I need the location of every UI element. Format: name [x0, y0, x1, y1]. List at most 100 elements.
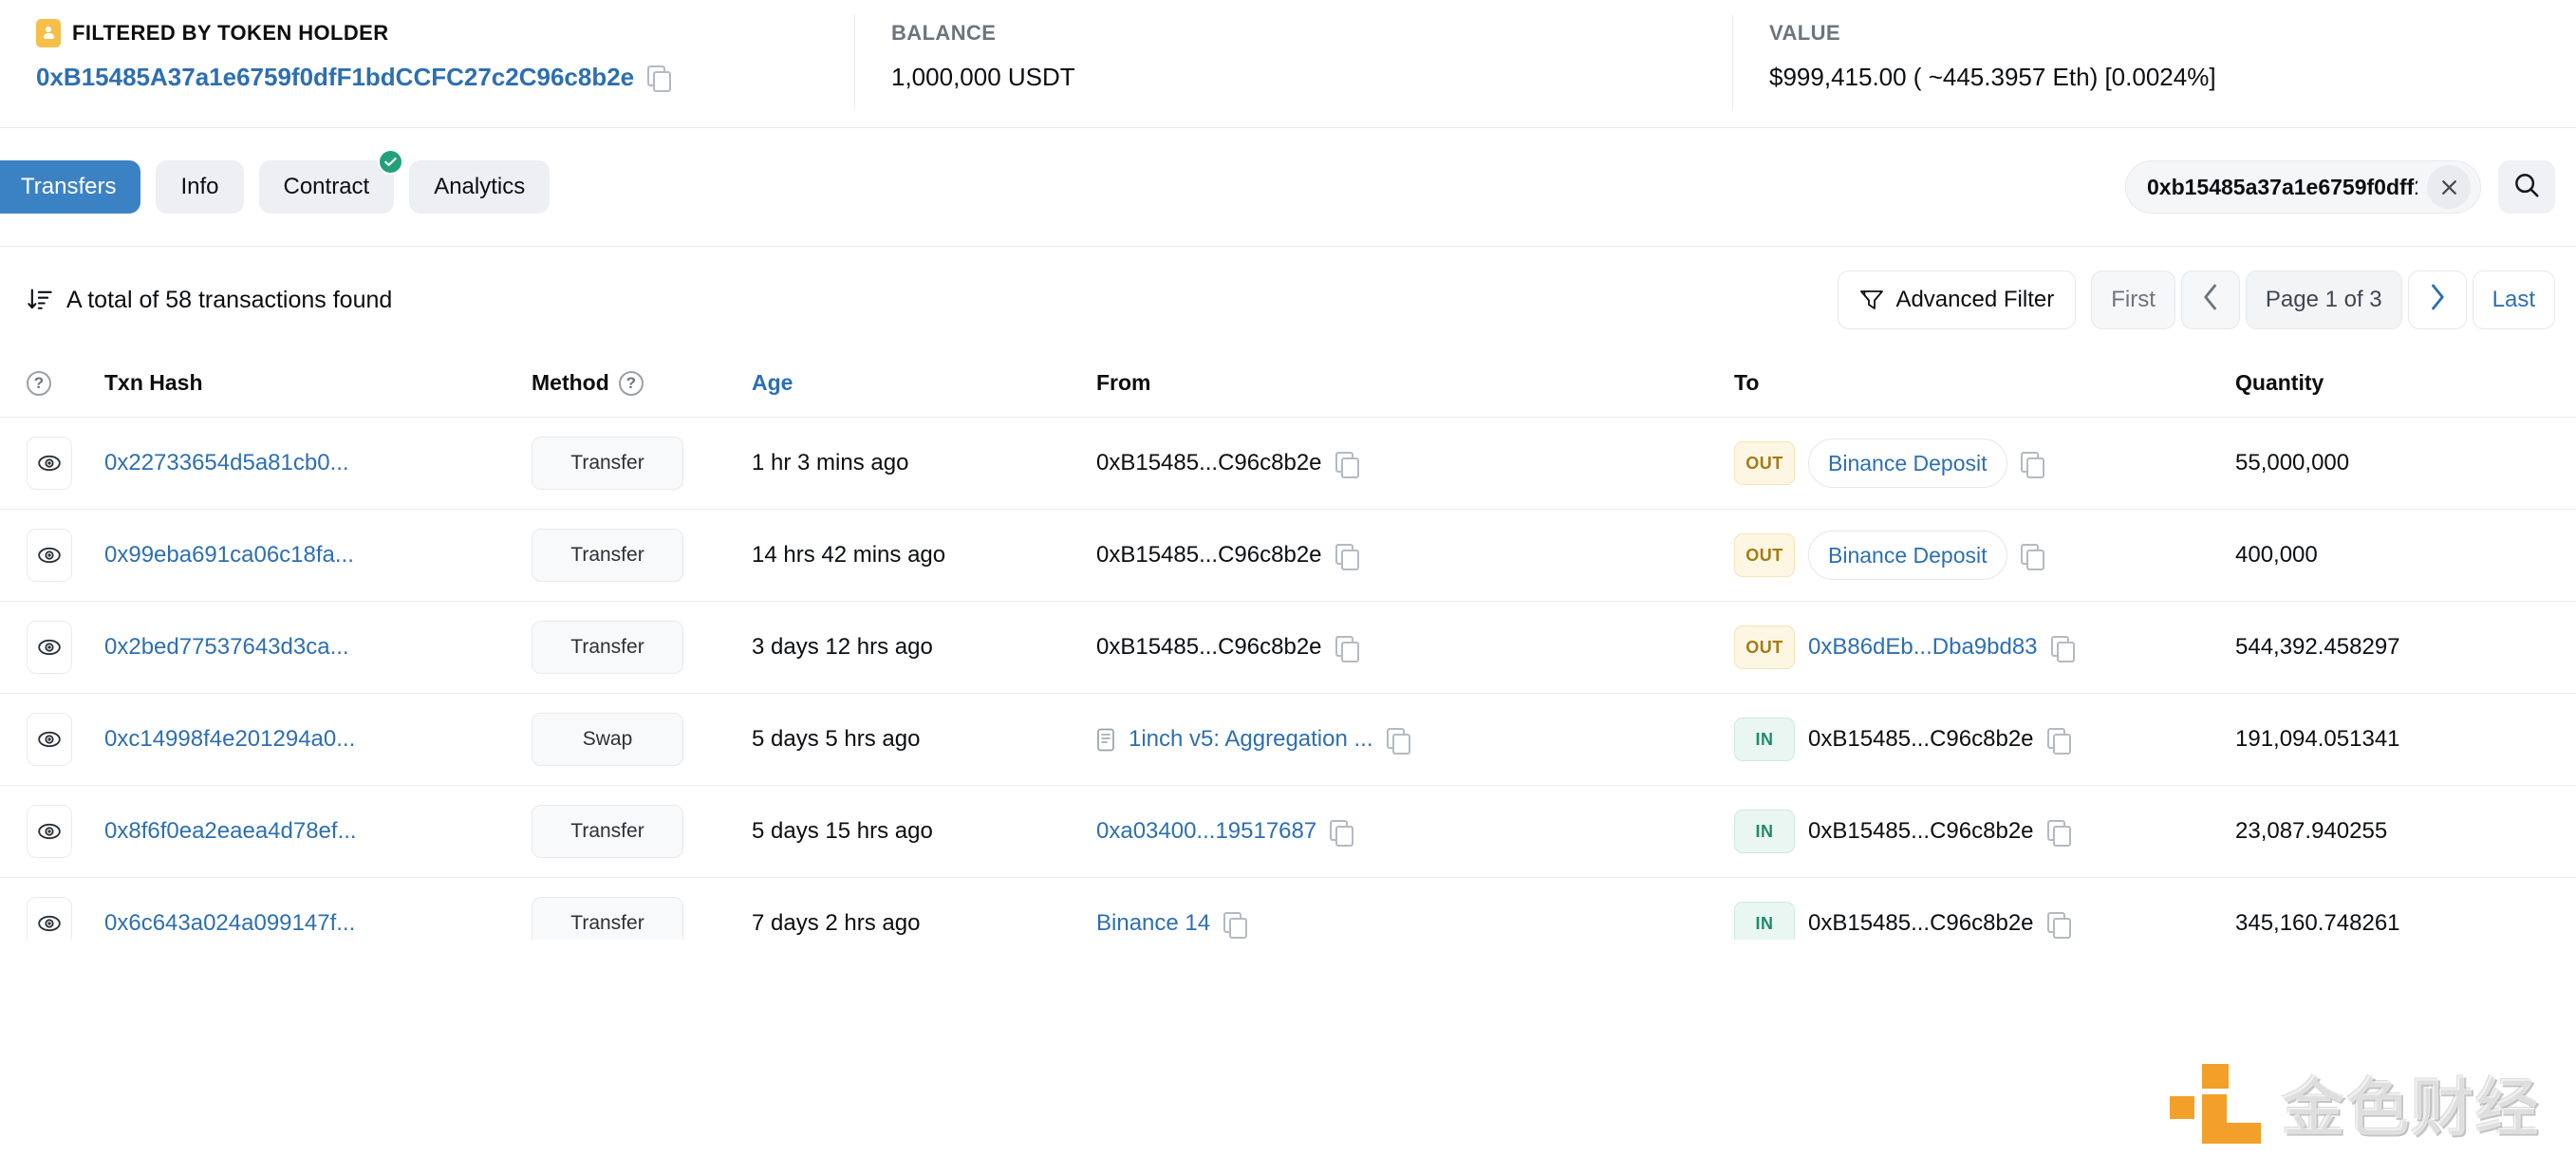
method-badge[interactable]: Transfer [532, 529, 683, 582]
cell-txn-hash: 0x2bed77537643d3ca... [104, 601, 532, 694]
tab-transfers[interactable]: Transfers [0, 160, 141, 214]
tab-analytics[interactable]: Analytics [409, 160, 551, 214]
summary-balance: BALANCE 1,000,000 USDT [854, 15, 1732, 110]
quantity-text: 55,000,000 [2235, 450, 2350, 475]
th-age[interactable]: Age [752, 353, 1096, 418]
copy-icon[interactable] [1386, 727, 1410, 755]
from-address-link[interactable]: 1inch v5: Aggregation ... [1129, 726, 1373, 753]
method-badge[interactable]: Transfer [532, 437, 683, 490]
table-row[interactable]: 0x22733654d5a81cb0... Transfer 1 hr 3 mins… [0, 417, 2576, 510]
advanced-filter-label: Advanced Filter [1895, 287, 2055, 312]
txn-hash-link[interactable]: 0x6c643a024a099147f... [104, 910, 355, 937]
method-badge[interactable]: Swap [532, 713, 683, 766]
cell-from: 0xB15485...C96c8b2e [1096, 509, 1734, 602]
to-address-pill[interactable]: Binance Deposit [1808, 531, 2007, 580]
cell-to: OUT 0xB86dEb...Dba9bd83 [1734, 601, 2235, 694]
th-quantity-label: Quantity [2235, 370, 2324, 395]
method-badge[interactable]: Transfer [532, 805, 683, 858]
to-address-pill[interactable]: Binance Deposit [1808, 438, 2007, 488]
search-input[interactable] [2147, 174, 2417, 200]
cell-txn-hash: 0x22733654d5a81cb0... [104, 417, 532, 510]
eye-icon[interactable] [27, 621, 72, 674]
from-address-link[interactable]: 0xa03400...19517687 [1096, 818, 1316, 845]
th-method-label: Method [532, 370, 609, 395]
table-row[interactable]: 0x2bed77537643d3ca... Transfer 3 days 12 h… [0, 601, 2576, 694]
tab-info[interactable]: Info [156, 160, 244, 214]
copy-icon[interactable] [2020, 543, 2044, 570]
to-address-link[interactable]: 0xB86dEb...Dba9bd83 [1808, 634, 2038, 661]
th-to: To [1734, 353, 2235, 418]
table-row[interactable]: 0x6c643a024a099147f... Transfer 7 days 2 h… [0, 877, 2576, 940]
th-age-label: Age [752, 370, 793, 395]
txn-hash-link[interactable]: 0x2bed77537643d3ca... [104, 634, 349, 661]
age-text: 7 days 2 hrs ago [752, 910, 921, 936]
cell-quantity: 544,392.458297 [2235, 601, 2576, 694]
txn-hash-link[interactable]: 0x22733654d5a81cb0... [104, 450, 349, 476]
eye-icon[interactable] [27, 805, 72, 858]
help-icon[interactable]: ? [618, 370, 644, 396]
method-badge[interactable]: Transfer [532, 621, 683, 674]
method-badge[interactable]: Transfer [532, 897, 683, 940]
age-text: 14 hrs 42 mins ago [752, 542, 946, 568]
table-row[interactable]: 0xc14998f4e201294a0... Swap 5 days 5 hrs a… [0, 693, 2576, 786]
quantity-text: 400,000 [2235, 542, 2318, 568]
token-holder-label: FILTERED BY TOKEN HOLDER [36, 15, 818, 51]
pagination-last[interactable]: Last [2472, 270, 2555, 329]
summary-bar: FILTERED BY TOKEN HOLDER 0xB15485A37a1e6… [0, 0, 2576, 128]
advanced-filter-button[interactable]: Advanced Filter [1838, 270, 2077, 329]
help-icon[interactable]: ? [27, 370, 51, 396]
summary-token-holder: FILTERED BY TOKEN HOLDER 0xB15485A37a1e6… [0, 15, 854, 110]
eye-icon[interactable] [27, 897, 72, 940]
tab-transfers-label: Transfers [21, 174, 117, 199]
eye-icon[interactable] [27, 713, 72, 766]
cell-method: Transfer [532, 509, 752, 602]
copy-icon[interactable] [2046, 727, 2071, 755]
tab-bar-search-area [2125, 160, 2576, 214]
pagination-next[interactable] [2407, 270, 2467, 329]
chevron-left-icon [2202, 283, 2219, 318]
eye-icon[interactable] [27, 437, 72, 490]
table-row[interactable]: 0x99eba691ca06c18fa... Transfer 14 hrs 42 … [0, 509, 2576, 602]
copy-icon[interactable] [1330, 819, 1354, 847]
eye-icon[interactable] [27, 529, 72, 582]
search-field[interactable] [2125, 160, 2481, 214]
tab-contract[interactable]: Contract [258, 149, 404, 214]
funnel-icon [1859, 289, 1884, 311]
direction-badge: OUT [1734, 533, 1795, 577]
copy-icon[interactable] [2020, 451, 2044, 478]
txn-hash-link[interactable]: 0x8f6f0ea2eaea4d78ef... [104, 818, 357, 845]
from-address-text: 0xB15485...C96c8b2e [1096, 450, 1322, 475]
copy-icon[interactable] [1335, 543, 1359, 570]
copy-icon[interactable] [1335, 635, 1359, 662]
contract-icon [1096, 728, 1115, 752]
tab-info-label: Info [180, 174, 219, 199]
copy-icon[interactable] [2050, 635, 2075, 662]
transactions-table-container[interactable]: ? Txn Hash Method ? Age From To Quantity… [0, 353, 2576, 940]
txn-hash-link[interactable]: 0xc14998f4e201294a0... [104, 726, 355, 753]
direction-badge: IN [1734, 902, 1795, 940]
cell-to: IN 0xB15485...C96c8b2e [1734, 693, 2235, 786]
copy-icon[interactable] [2046, 911, 2071, 939]
txn-hash-link[interactable]: 0x99eba691ca06c18fa... [104, 542, 354, 569]
value-amount: $999,415.00 ( ~445.3957 Eth) [0.0024%] [1769, 63, 2216, 91]
cell-eye [0, 785, 104, 878]
toolbar-right: Advanced Filter First Page 1 of 3 Last [1838, 270, 2555, 329]
token-holder-address-link[interactable]: 0xB15485A37a1e6759f0dfF1bdCCFC27c2C96c8b… [36, 63, 634, 92]
cell-age: 14 hrs 42 mins ago [752, 509, 1096, 602]
copy-icon[interactable] [1223, 911, 1248, 939]
search-button[interactable] [2498, 160, 2555, 214]
from-address-link[interactable]: Binance 14 [1096, 910, 1210, 937]
copy-icon[interactable] [2046, 819, 2071, 847]
th-txn-hash: Txn Hash [104, 353, 532, 418]
cell-eye [0, 509, 104, 602]
watermark-logo-icon [2170, 1062, 2261, 1144]
copy-icon[interactable] [1335, 451, 1359, 478]
cell-method: Transfer [532, 877, 752, 940]
table-row[interactable]: 0x8f6f0ea2eaea4d78ef... Transfer 5 days 15… [0, 785, 2576, 878]
age-text: 5 days 15 hrs ago [752, 818, 933, 844]
direction-badge: IN [1734, 810, 1795, 853]
copy-icon[interactable] [647, 65, 672, 92]
direction-badge: OUT [1734, 441, 1795, 485]
close-icon[interactable] [2427, 165, 2471, 209]
quantity-text: 345,160.748261 [2235, 910, 2400, 936]
